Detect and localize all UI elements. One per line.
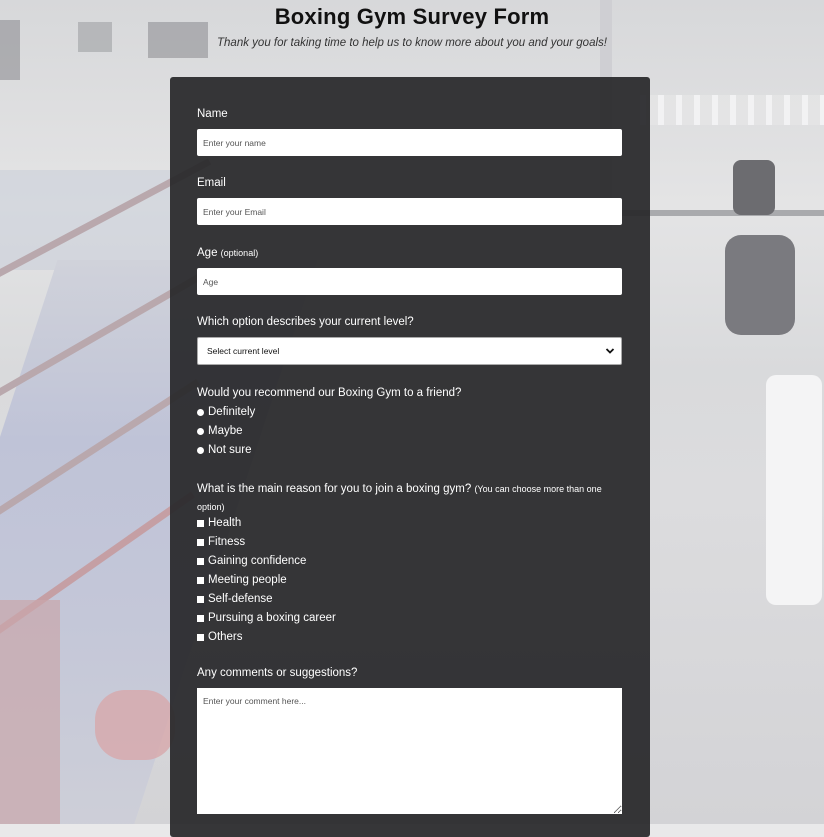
comments-textarea[interactable] bbox=[197, 688, 622, 814]
radio-not-sure[interactable] bbox=[197, 446, 204, 454]
page-header: Boxing Gym Survey Form Thank you for tak… bbox=[0, 0, 824, 50]
radio-maybe[interactable] bbox=[197, 427, 204, 435]
checkbox-label: Meeting people bbox=[208, 574, 287, 586]
name-input[interactable] bbox=[197, 129, 622, 156]
page-subtitle: Thank you for taking time to help us to … bbox=[217, 37, 607, 49]
radio-label: Maybe bbox=[208, 425, 243, 437]
level-select-value: Select current level bbox=[207, 346, 280, 356]
checkbox-self-defense[interactable] bbox=[197, 595, 204, 603]
radio-label: Definitely bbox=[208, 406, 256, 418]
comments-label: Any comments or suggestions? bbox=[197, 667, 358, 679]
checkbox-label: Self-defense bbox=[208, 593, 273, 605]
survey-form: Name Email Age (optional) Which option d… bbox=[170, 77, 650, 837]
reason-option-fitness[interactable]: Fitness bbox=[197, 535, 245, 549]
level-label: Which option describes your current leve… bbox=[197, 316, 414, 328]
reasons-label: What is the main reason for you to join … bbox=[197, 480, 627, 516]
age-optional-note: (optional) bbox=[220, 248, 259, 258]
recommend-option-not-sure[interactable]: Not sure bbox=[197, 443, 251, 457]
radio-label: Not sure bbox=[208, 444, 252, 456]
name-label: Name bbox=[197, 108, 228, 120]
checkbox-gaining-confidence[interactable] bbox=[197, 557, 204, 565]
checkbox-label: Pursuing a boxing career bbox=[208, 612, 336, 624]
reasons-label-text: What is the main reason for you to join … bbox=[197, 483, 472, 495]
email-label: Email bbox=[197, 177, 226, 189]
age-input[interactable] bbox=[197, 268, 622, 295]
reason-option-health[interactable]: Health bbox=[197, 516, 241, 530]
radio-definitely[interactable] bbox=[197, 408, 204, 416]
reason-option-self-defense[interactable]: Self-defense bbox=[197, 592, 273, 606]
checkbox-label: Health bbox=[208, 517, 242, 529]
age-label-text: Age bbox=[197, 247, 218, 259]
reason-option-boxing-career[interactable]: Pursuing a boxing career bbox=[197, 611, 336, 625]
checkbox-meeting-people[interactable] bbox=[197, 576, 204, 584]
recommend-label: Would you recommend our Boxing Gym to a … bbox=[197, 387, 462, 399]
reason-option-gaining-confidence[interactable]: Gaining confidence bbox=[197, 554, 306, 568]
checkbox-label: Fitness bbox=[208, 536, 246, 548]
checkbox-label: Others bbox=[208, 631, 243, 643]
recommend-option-maybe[interactable]: Maybe bbox=[197, 424, 243, 438]
checkbox-fitness[interactable] bbox=[197, 538, 204, 546]
checkbox-health[interactable] bbox=[197, 519, 204, 527]
page-title: Boxing Gym Survey Form bbox=[274, 4, 550, 29]
reason-option-meeting-people[interactable]: Meeting people bbox=[197, 573, 287, 587]
level-select[interactable]: Select current level bbox=[197, 337, 622, 365]
checkbox-others[interactable] bbox=[197, 633, 204, 641]
age-label: Age (optional) bbox=[197, 246, 258, 260]
reason-option-others[interactable]: Others bbox=[197, 630, 243, 644]
chevron-down-icon bbox=[605, 348, 615, 354]
recommend-option-definitely[interactable]: Definitely bbox=[197, 405, 255, 419]
checkbox-label: Gaining confidence bbox=[208, 555, 307, 567]
email-input[interactable] bbox=[197, 198, 622, 225]
checkbox-boxing-career[interactable] bbox=[197, 614, 204, 622]
